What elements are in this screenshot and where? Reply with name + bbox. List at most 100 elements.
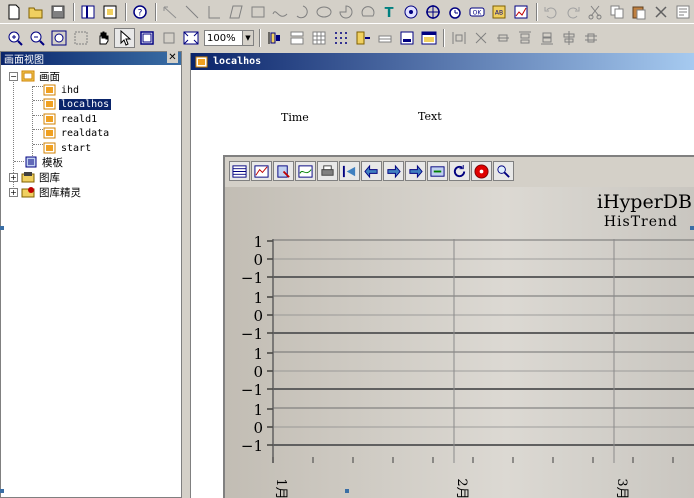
- ellipse-icon[interactable]: [313, 2, 334, 22]
- delete-icon[interactable]: [650, 2, 671, 22]
- crosshair-icon[interactable]: [423, 2, 444, 22]
- curve-settings-icon[interactable]: [295, 161, 316, 181]
- align-top-icon[interactable]: [514, 28, 535, 48]
- screen-icon: [43, 142, 56, 154]
- chevron-down-icon[interactable]: ▼: [242, 31, 253, 45]
- print-icon[interactable]: [317, 161, 338, 181]
- chord-icon[interactable]: [357, 2, 378, 22]
- tree-item-screens[interactable]: − 画面: [9, 69, 62, 83]
- selection-handle[interactable]: [690, 226, 694, 230]
- selection-handle[interactable]: [0, 489, 4, 493]
- text-icon[interactable]: T: [379, 2, 400, 22]
- distribute-v-icon[interactable]: [580, 28, 601, 48]
- new-file-icon[interactable]: [4, 2, 25, 22]
- tree-label: 图库: [39, 171, 60, 184]
- next-icon[interactable]: [405, 161, 426, 181]
- bring-front-icon[interactable]: [352, 28, 373, 48]
- tree-item-screen-selected[interactable]: localhos: [43, 97, 113, 111]
- layer-icon[interactable]: [374, 28, 395, 48]
- select-tag-icon[interactable]: [273, 161, 294, 181]
- split-view-icon[interactable]: [78, 2, 99, 22]
- selection-handle[interactable]: [345, 489, 349, 493]
- gallery-icon: [21, 172, 35, 183]
- align-left-icon[interactable]: [264, 28, 285, 48]
- tree-item-gallery[interactable]: + 图库: [9, 170, 62, 184]
- previous-icon[interactable]: [361, 161, 382, 181]
- screen-icon: [43, 127, 56, 139]
- zoom-page-icon[interactable]: [70, 28, 91, 48]
- tree-item-screen[interactable]: realdata: [43, 126, 111, 140]
- zoom-select[interactable]: 100% ▼: [204, 30, 254, 46]
- curve-view-icon[interactable]: [251, 161, 272, 181]
- panel-icon[interactable]: [418, 28, 439, 48]
- pointer-icon[interactable]: [114, 28, 135, 48]
- tree-label: 模板: [42, 156, 63, 169]
- pan-hand-icon[interactable]: [92, 28, 113, 48]
- fit-window-icon[interactable]: [136, 28, 157, 48]
- expand-icon[interactable]: +: [9, 172, 18, 182]
- tree-item-screen[interactable]: start: [43, 141, 93, 155]
- tree-item-screen[interactable]: reald1: [43, 112, 99, 126]
- paste-icon[interactable]: [628, 2, 649, 22]
- fit-page-icon[interactable]: [180, 28, 201, 48]
- export-icon[interactable]: [427, 161, 448, 181]
- y-tick-label: 0: [253, 251, 263, 269]
- tree-item-templates[interactable]: 模板: [24, 155, 65, 169]
- window-icon[interactable]: [396, 28, 417, 48]
- zoom-in-icon[interactable]: [4, 28, 25, 48]
- distribute-h-icon[interactable]: [558, 28, 579, 48]
- cut-icon[interactable]: [584, 2, 605, 22]
- refresh-icon[interactable]: [449, 161, 470, 181]
- rectangle-icon[interactable]: [247, 2, 268, 22]
- actual-size-icon[interactable]: [158, 28, 179, 48]
- trend-plot-area: iHyperDB HisTrend 1 0 −1 1 0 −1 1 0 −1 1 0 −1 1月 2月 3月: [225, 187, 694, 498]
- trend-chart-icon[interactable]: [511, 2, 532, 22]
- properties-icon[interactable]: [672, 2, 693, 22]
- align-bottom-icon[interactable]: [536, 28, 557, 48]
- zoom-fit-icon[interactable]: [48, 28, 69, 48]
- svg-text:?: ?: [138, 8, 143, 18]
- image-icon[interactable]: [401, 2, 422, 22]
- expand-icon[interactable]: +: [9, 187, 18, 197]
- history-trend-control[interactable]: iHyperDB HisTrend 1 0 −1 1 0 −1 1 0 −1 1 0 −1 1月 2月 3月: [223, 155, 694, 498]
- redo-icon[interactable]: [563, 2, 584, 22]
- collapse-icon[interactable]: −: [9, 71, 18, 81]
- first-page-icon[interactable]: [339, 161, 360, 181]
- alarm-clock-icon[interactable]: [445, 2, 466, 22]
- copy-icon[interactable]: [606, 2, 627, 22]
- help-icon[interactable]: ?: [130, 2, 151, 22]
- align-middle-icon[interactable]: [492, 28, 513, 48]
- dots-grid-icon[interactable]: [330, 28, 351, 48]
- ab-button-icon[interactable]: AB: [489, 2, 510, 22]
- text-label[interactable]: Text: [418, 110, 442, 123]
- grid-icon[interactable]: [308, 28, 329, 48]
- ok-button-icon[interactable]: OK: [467, 2, 488, 22]
- tree-label: localhos: [57, 97, 113, 111]
- polygon-icon[interactable]: [225, 2, 246, 22]
- align-v-icon[interactable]: [470, 28, 491, 48]
- line-icon[interactable]: [182, 2, 203, 22]
- close-icon[interactable]: ✕: [167, 51, 178, 63]
- polyline-icon[interactable]: [204, 2, 225, 22]
- tree-item-screen[interactable]: ihd: [43, 83, 81, 97]
- page-icon[interactable]: [100, 2, 121, 22]
- open-folder-icon[interactable]: [26, 2, 47, 22]
- zoom-out-icon[interactable]: [26, 28, 47, 48]
- align-h-icon[interactable]: [448, 28, 469, 48]
- table-view-icon[interactable]: [229, 161, 250, 181]
- panel-splitter[interactable]: [183, 51, 190, 498]
- undo-icon[interactable]: [541, 2, 562, 22]
- save-icon[interactable]: [48, 2, 69, 22]
- tree-item-gallery-wizard[interactable]: + 图库精灵: [9, 185, 83, 199]
- search-icon[interactable]: [493, 161, 514, 181]
- step-forward-icon[interactable]: [383, 161, 404, 181]
- curve-icon[interactable]: [269, 2, 290, 22]
- align-center-icon[interactable]: [286, 28, 307, 48]
- pie-icon[interactable]: [335, 2, 356, 22]
- selection-handle[interactable]: [0, 226, 4, 230]
- stop-icon[interactable]: [471, 161, 492, 181]
- time-label[interactable]: Time: [281, 111, 309, 124]
- arc-icon[interactable]: [291, 2, 312, 22]
- select-region-icon[interactable]: [160, 2, 181, 22]
- y-tick-label: −1: [241, 325, 263, 343]
